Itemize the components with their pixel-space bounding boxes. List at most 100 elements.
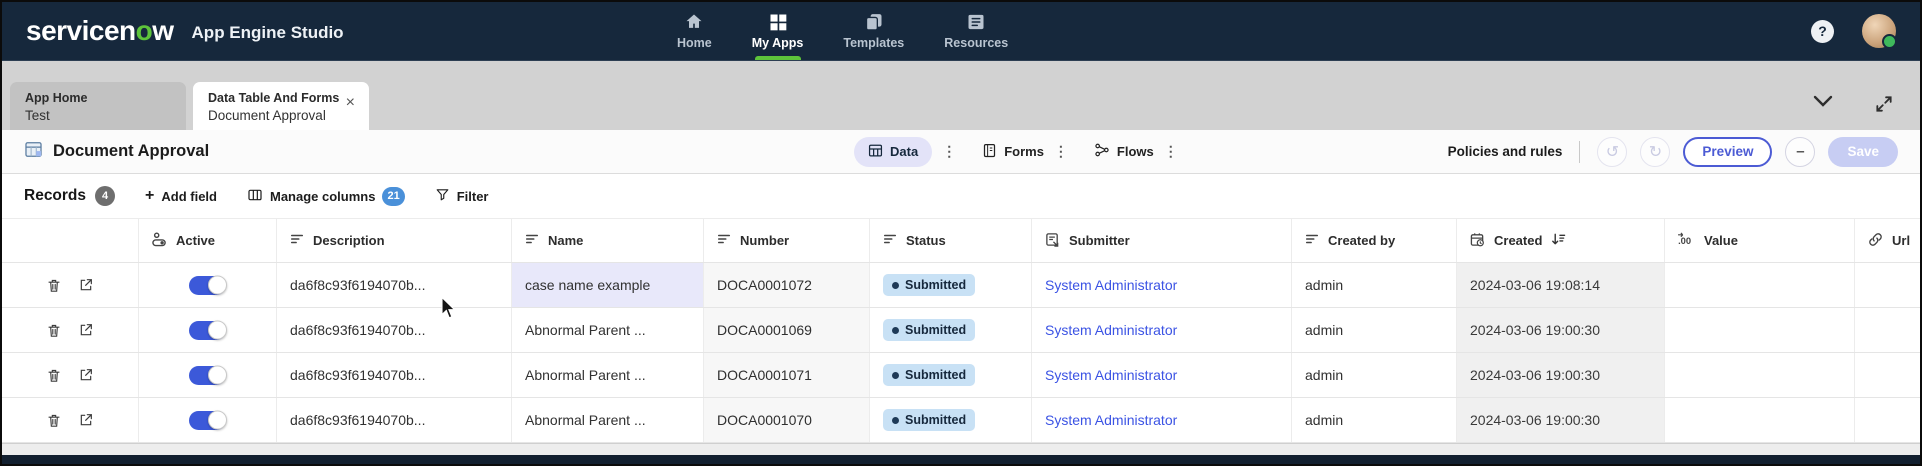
cell-url[interactable] (1855, 353, 1920, 397)
open-record-icon[interactable] (78, 412, 94, 428)
cell-number[interactable]: DOCA0001072 (704, 263, 870, 307)
header-created-by[interactable]: Created by (1292, 219, 1457, 262)
cell-created[interactable]: 2024-03-06 19:00:30 (1457, 398, 1665, 442)
table-body: da6f8c93f6194070b... case name example D… (2, 263, 1920, 443)
text-field-icon (290, 232, 304, 249)
avatar[interactable] (1862, 14, 1896, 48)
filter-button[interactable]: Filter (435, 187, 489, 205)
status-dot-icon (892, 417, 899, 424)
nav-item-templates[interactable]: Templates (823, 2, 924, 60)
cell-status[interactable]: Submitted (870, 398, 1032, 442)
help-icon[interactable]: ? (1811, 20, 1834, 43)
header-active[interactable]: Active (139, 219, 277, 262)
cell-created-by[interactable]: admin (1292, 398, 1457, 442)
status-badge: Submitted (883, 409, 975, 431)
submitter-link[interactable]: System Administrator (1045, 277, 1177, 293)
home-icon (684, 12, 704, 32)
cell-name[interactable]: Abnormal Parent ... (512, 398, 704, 442)
mode-data-button[interactable]: Data (854, 137, 932, 167)
page-title: Document Approval (53, 142, 209, 161)
cell-created[interactable]: 2024-03-06 19:00:30 (1457, 353, 1665, 397)
header-name[interactable]: Name (512, 219, 704, 262)
delete-record-icon[interactable] (46, 412, 62, 429)
cell-value[interactable] (1665, 353, 1855, 397)
brand: servicenow App Engine Studio (26, 15, 344, 47)
servicenow-logo: servicenow (26, 15, 174, 47)
header-status[interactable]: Status (870, 219, 1032, 262)
close-icon[interactable]: × (340, 89, 359, 111)
header-submitter[interactable]: Submitter (1032, 219, 1292, 262)
cell-active (139, 263, 277, 307)
cell-created-by[interactable]: admin (1292, 263, 1457, 307)
grid-icon (768, 12, 788, 32)
expand-icon[interactable] (1874, 94, 1894, 114)
tab-data-table-and-forms[interactable]: Data Table And Forms Document Approval × (193, 82, 369, 130)
active-toggle[interactable] (189, 276, 226, 295)
open-record-icon[interactable] (78, 367, 94, 383)
cell-number[interactable]: DOCA0001070 (704, 398, 870, 442)
redo-button[interactable]: ↻ (1640, 137, 1670, 167)
data-menu-kebab-icon[interactable]: ⋮ (932, 143, 966, 160)
cell-submitter: System Administrator (1032, 398, 1292, 442)
header-value[interactable]: .00 Value (1665, 219, 1855, 262)
cell-active (139, 308, 277, 352)
delete-record-icon[interactable] (46, 277, 62, 294)
cell-url[interactable] (1855, 398, 1920, 442)
submitter-link[interactable]: System Administrator (1045, 367, 1177, 383)
undo-button[interactable]: ↺ (1597, 137, 1627, 167)
submitter-link[interactable]: System Administrator (1045, 412, 1177, 428)
active-toggle[interactable] (189, 411, 226, 430)
manage-columns-button[interactable]: Manage columns 21 (247, 187, 405, 206)
chevron-down-icon[interactable] (1812, 94, 1834, 114)
cell-status[interactable]: Submitted (870, 263, 1032, 307)
cell-value[interactable] (1665, 398, 1855, 442)
records-count-badge: 4 (95, 186, 115, 206)
cell-description[interactable]: da6f8c93f6194070b... (277, 308, 512, 352)
cell-value[interactable] (1665, 308, 1855, 352)
cell-description[interactable]: da6f8c93f6194070b... (277, 263, 512, 307)
header-created[interactable]: Created (1457, 219, 1665, 262)
mode-flows-button[interactable]: Flows (1094, 142, 1154, 161)
cell-name[interactable]: Abnormal Parent ... (512, 308, 704, 352)
cell-number[interactable]: DOCA0001071 (704, 353, 870, 397)
header-url[interactable]: Url (1855, 219, 1920, 262)
active-toggle[interactable] (189, 321, 226, 340)
cell-url[interactable] (1855, 263, 1920, 307)
nav-item-resources[interactable]: Resources (924, 2, 1028, 60)
active-toggle[interactable] (189, 366, 226, 385)
cell-description[interactable]: da6f8c93f6194070b... (277, 353, 512, 397)
title-toolbar: Document Approval Data ⋮ Forms ⋮ (2, 130, 1920, 174)
open-record-icon[interactable] (78, 277, 94, 293)
text-field-icon (1305, 232, 1319, 249)
delete-record-icon[interactable] (46, 322, 62, 339)
cell-url[interactable] (1855, 308, 1920, 352)
preview-button[interactable]: Preview (1683, 137, 1772, 167)
delete-record-icon[interactable] (46, 367, 62, 384)
header-number[interactable]: Number (704, 219, 870, 262)
cell-status[interactable]: Submitted (870, 308, 1032, 352)
cell-status[interactable]: Submitted (870, 353, 1032, 397)
cell-description[interactable]: da6f8c93f6194070b... (277, 398, 512, 442)
forms-menu-kebab-icon[interactable]: ⋮ (1044, 143, 1078, 160)
cell-name[interactable]: Abnormal Parent ... (512, 353, 704, 397)
more-options-button[interactable]: – (1785, 137, 1815, 167)
cell-value[interactable] (1665, 263, 1855, 307)
cell-created-by[interactable]: admin (1292, 308, 1457, 352)
open-record-icon[interactable] (78, 322, 94, 338)
flows-menu-kebab-icon[interactable]: ⋮ (1154, 143, 1188, 160)
columns-icon (247, 187, 263, 206)
nav-item-home[interactable]: Home (657, 2, 732, 60)
cell-number[interactable]: DOCA0001069 (704, 308, 870, 352)
cell-created[interactable]: 2024-03-06 19:00:30 (1457, 308, 1665, 352)
cell-name[interactable]: case name example (512, 263, 704, 307)
nav-item-my-apps[interactable]: My Apps (732, 2, 824, 60)
cell-created-by[interactable]: admin (1292, 353, 1457, 397)
save-button[interactable]: Save (1828, 137, 1898, 167)
tab-app-home[interactable]: App Home Test (10, 82, 186, 130)
submitter-link[interactable]: System Administrator (1045, 322, 1177, 338)
cell-created[interactable]: 2024-03-06 19:08:14 (1457, 263, 1665, 307)
policies-and-rules-button[interactable]: Policies and rules (1448, 144, 1563, 159)
mode-forms-button[interactable]: Forms (982, 143, 1044, 161)
header-description[interactable]: Description (277, 219, 512, 262)
add-field-button[interactable]: + Add field (145, 187, 217, 205)
